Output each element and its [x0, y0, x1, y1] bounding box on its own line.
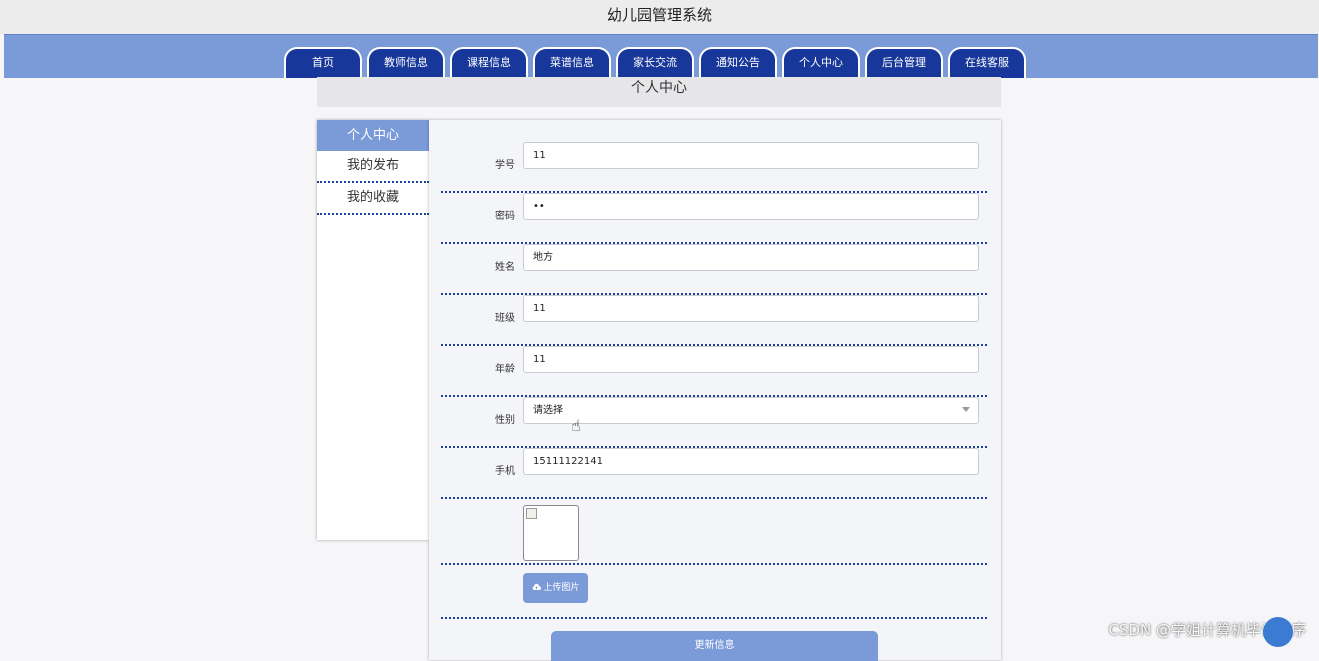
main-navbar: 首页 教师信息 课程信息 菜谱信息 家长交流 通知公告 个人中心 后台管理 在线… — [4, 34, 1318, 78]
cloud-upload-icon — [532, 583, 541, 590]
form-row-student-id: 学号 11 — [441, 140, 987, 193]
section-title: 个人中心 — [317, 77, 1001, 107]
nav-tab-recipe-info[interactable]: 菜谱信息 — [533, 47, 611, 78]
form-row-class: 班级 11 — [441, 293, 987, 346]
corner-badge-icon — [1263, 617, 1293, 647]
update-info-button[interactable]: 更新信息 — [551, 631, 878, 661]
nav-tab-online-service[interactable]: 在线客服 — [948, 47, 1026, 78]
form-row-name: 姓名 地方 — [441, 242, 987, 295]
age-input[interactable]: 11 — [523, 346, 979, 373]
student-id-input[interactable]: 11 — [523, 142, 979, 169]
password-label: 密码 — [495, 211, 515, 222]
sidebar-item-my-posts[interactable]: 我的发布 — [317, 151, 429, 183]
nav-tab-parent-exchange[interactable]: 家长交流 — [616, 47, 694, 78]
nav-tab-home[interactable]: 首页 — [284, 47, 362, 78]
form-row-age: 年龄 11 — [441, 344, 987, 397]
gender-select-value: 请选择 — [533, 405, 563, 416]
upload-image-label: 上传图片 — [543, 583, 580, 593]
nav-tab-teacher-info[interactable]: 教师信息 — [367, 47, 445, 78]
form-row-password: 密码 •• — [441, 191, 987, 244]
hand-cursor-icon: ☝ — [571, 416, 581, 435]
nav-tab-course-info[interactable]: 课程信息 — [450, 47, 528, 78]
form-row-upload: 上传图片 — [441, 563, 987, 619]
form-row-phone: 手机 15111122141 — [441, 446, 987, 499]
app-title: 幼儿园管理系统 — [0, 0, 1319, 34]
chevron-down-icon — [962, 407, 970, 412]
phone-label: 手机 — [495, 466, 515, 477]
name-label: 姓名 — [495, 262, 515, 273]
upload-image-button[interactable]: 上传图片 — [523, 573, 588, 603]
form-row-gender: 性别 请选择 — [441, 395, 987, 448]
student-id-label: 学号 — [495, 160, 515, 171]
password-input[interactable]: •• — [523, 193, 979, 220]
sidebar-item-personal-center[interactable]: 个人中心 — [317, 120, 429, 151]
nav-tab-personal-center[interactable]: 个人中心 — [782, 47, 860, 78]
nav-tabs: 首页 教师信息 课程信息 菜谱信息 家长交流 通知公告 个人中心 后台管理 在线… — [284, 47, 1031, 78]
gender-label: 性别 — [495, 415, 515, 426]
nav-tab-notices[interactable]: 通知公告 — [699, 47, 777, 78]
name-input[interactable]: 地方 — [523, 244, 979, 271]
nav-tab-admin[interactable]: 后台管理 — [865, 47, 943, 78]
broken-image-icon — [526, 508, 537, 519]
class-label: 班级 — [495, 313, 515, 324]
form-row-photo — [441, 497, 987, 565]
class-input[interactable]: 11 — [523, 295, 979, 322]
gender-select[interactable]: 请选择 — [523, 397, 979, 424]
profile-form: 学号 11 密码 •• 姓名 地方 班级 11 年龄 11 性别 请选择 手机 … — [429, 120, 1001, 661]
sidebar: 个人中心 我的发布 我的收藏 — [317, 120, 429, 540]
phone-input[interactable]: 15111122141 — [523, 448, 979, 475]
sidebar-item-my-favorites[interactable]: 我的收藏 — [317, 183, 429, 215]
photo-preview — [523, 505, 579, 561]
age-label: 年龄 — [495, 364, 515, 375]
